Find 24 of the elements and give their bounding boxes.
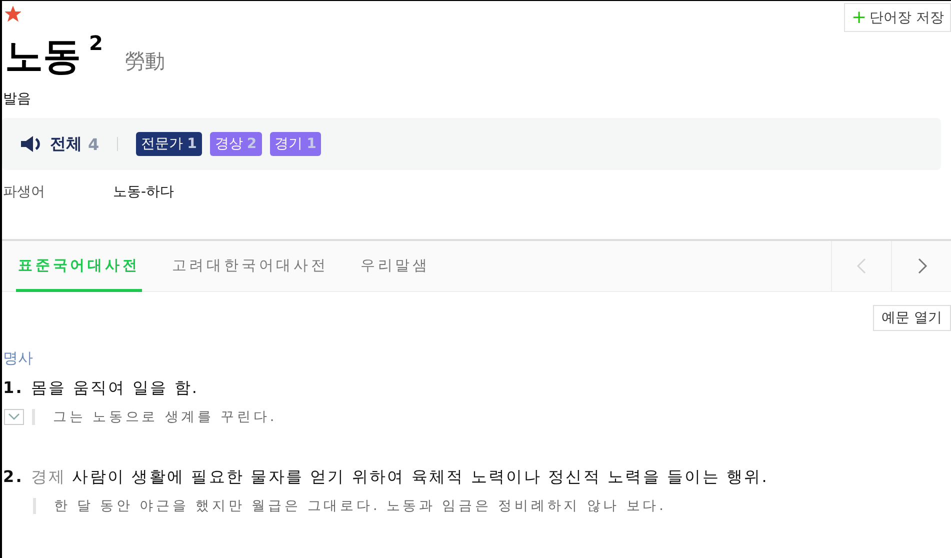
derived-word-label: 파생어 bbox=[3, 183, 46, 202]
example-sentence: 한 달 동안 야근을 했지만 월급은 그대로다. 노동과 임금은 정비례하지 않나 보다. bbox=[54, 497, 666, 515]
example-sentence: 그는 노동으로 생계를 꾸린다. bbox=[53, 408, 277, 426]
pronunciation-label: 발음 bbox=[3, 90, 31, 108]
play-all-button[interactable]: 전체 4 bbox=[20, 134, 100, 154]
derived-word-link[interactable]: 노동-하다 bbox=[113, 183, 174, 203]
headword: 노동 bbox=[5, 35, 81, 77]
dictionary-tab[interactable]: 우리말샘 bbox=[358, 241, 432, 292]
part-of-speech: 명사 bbox=[3, 349, 33, 368]
dictionary-tab[interactable]: 고려대한국어대사전 bbox=[170, 241, 330, 292]
hanja-text: 勞動 bbox=[124, 48, 165, 75]
expand-button[interactable] bbox=[4, 409, 24, 425]
save-to-wordbook-button[interactable]: + 단어장 저장 bbox=[844, 3, 951, 32]
homograph-number: 2 bbox=[89, 31, 103, 55]
accent-filter-tab[interactable]: 경기 1 bbox=[270, 132, 322, 156]
sense-number: 1. bbox=[3, 378, 21, 399]
chevron-down-icon bbox=[8, 413, 20, 421]
accent-filter-tab[interactable]: 경상 2 bbox=[210, 132, 262, 156]
definition-text: 경제 사람이 생활에 필요한 물자를 얻기 위하여 육체적 노력이나 정신적 노력을 들이는 행위. bbox=[31, 467, 768, 488]
open-examples-button[interactable]: 예문 열기 bbox=[872, 305, 951, 331]
sense-number: 2. bbox=[3, 467, 21, 488]
accent-filter-tab[interactable]: 전문가 1 bbox=[136, 132, 202, 156]
definition-text: 몸을 움직여 일을 함. bbox=[31, 378, 199, 399]
star-icon[interactable] bbox=[5, 6, 21, 22]
